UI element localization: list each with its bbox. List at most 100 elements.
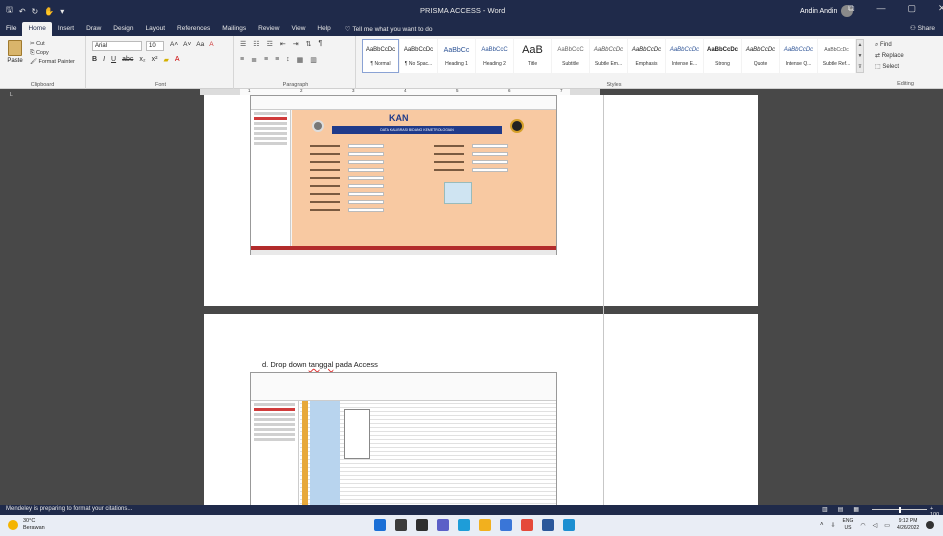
- numbering-button[interactable]: ☷: [253, 40, 259, 48]
- style-emphasis[interactable]: AaBbCcDc Emphasis: [628, 39, 665, 73]
- align-left-button[interactable]: ≡: [240, 56, 244, 64]
- document-page[interactable]: [603, 314, 758, 506]
- align-right-button[interactable]: ≡: [264, 56, 268, 64]
- style-normal[interactable]: AaBbCcDc ¶ Normal: [362, 39, 399, 73]
- tab-design[interactable]: Design: [107, 22, 139, 36]
- chat-icon[interactable]: [437, 519, 449, 531]
- task-view-icon[interactable]: [416, 519, 428, 531]
- style-heading-2[interactable]: AaBbCcC Heading 2: [476, 39, 513, 73]
- tab-references[interactable]: References: [171, 22, 216, 36]
- style-no-spacing[interactable]: AaBbCcDc ¶ No Spac...: [400, 39, 437, 73]
- show-hidden-icons-icon[interactable]: ˄: [820, 522, 824, 528]
- embedded-access-form-image[interactable]: KAN DATA KALIBRASI BIDANG KEMETROLOGIAN: [250, 95, 557, 255]
- style-title[interactable]: AaB Title: [514, 39, 551, 73]
- search-icon[interactable]: [395, 519, 407, 531]
- font-name-select[interactable]: Arial: [92, 41, 142, 51]
- font-color-icon[interactable]: A: [175, 56, 180, 64]
- style-intense-emphasis[interactable]: AaBbCcDc Intense E...: [666, 39, 703, 73]
- paste-button[interactable]: Paste: [4, 40, 26, 74]
- subscript-button[interactable]: x₂: [139, 56, 145, 64]
- shading-button[interactable]: ▦: [297, 56, 304, 64]
- edge-icon[interactable]: [458, 519, 470, 531]
- decrease-indent-button[interactable]: ⇤: [280, 40, 286, 48]
- minimize-button[interactable]: —: [876, 3, 885, 14]
- touch-mode-icon[interactable]: ✋: [44, 7, 54, 16]
- style-subtle-emphasis[interactable]: AaBbCcDc Subtle Em...: [590, 39, 627, 73]
- photos-icon[interactable]: [563, 519, 575, 531]
- document-page[interactable]: [603, 95, 758, 306]
- clear-formatting-button[interactable]: A: [209, 41, 213, 48]
- zoom-slider-handle[interactable]: [899, 507, 901, 513]
- bullets-button[interactable]: ☰: [240, 40, 246, 48]
- tab-home[interactable]: Home: [22, 22, 52, 36]
- volume-icon[interactable]: ◁: [873, 522, 878, 529]
- show-marks-button[interactable]: ¶: [318, 40, 322, 48]
- clock[interactable]: 9:12 PM 4/26/2022: [897, 518, 919, 532]
- language-indicator[interactable]: ENG US: [843, 518, 854, 532]
- tab-view[interactable]: View: [285, 22, 311, 36]
- highlight-color-icon[interactable]: ▰: [163, 56, 168, 64]
- styles-more-button[interactable]: ▲ ▼ ⊽: [856, 39, 864, 73]
- share-button[interactable]: ⚇ Share: [910, 22, 935, 36]
- sort-button[interactable]: ⇅: [306, 40, 312, 48]
- web-layout-icon[interactable]: ▦: [853, 506, 859, 513]
- ribbon-display-icon[interactable]: ⧉: [848, 3, 854, 14]
- borders-button[interactable]: ▥: [310, 56, 317, 64]
- grow-font-button[interactable]: A˄: [170, 41, 178, 48]
- weather-widget[interactable]: 30°C Berawan: [8, 518, 45, 532]
- format-painter-button[interactable]: 🖌 Format Painter: [30, 58, 75, 67]
- embedded-access-datasheet-image[interactable]: [250, 372, 557, 506]
- tab-insert[interactable]: Insert: [52, 22, 80, 36]
- print-layout-icon[interactable]: ▤: [838, 506, 844, 513]
- copy-button[interactable]: ⎘ Copy: [30, 49, 75, 58]
- word-icon[interactable]: [542, 519, 554, 531]
- user-account[interactable]: Andin Andin: [800, 5, 854, 17]
- italic-button[interactable]: I: [103, 56, 105, 64]
- tab-selector[interactable]: L: [10, 92, 13, 98]
- line-spacing-button[interactable]: ↕: [286, 56, 290, 64]
- superscript-button[interactable]: x²: [152, 56, 158, 64]
- notification-icon[interactable]: [926, 521, 935, 529]
- battery-icon[interactable]: ▭: [884, 522, 890, 529]
- cut-button[interactable]: ✂ Cut: [30, 40, 75, 49]
- style-heading-1[interactable]: AaBbCc Heading 1: [438, 39, 475, 73]
- underline-button[interactable]: U: [111, 56, 116, 64]
- style-intense-quote[interactable]: AaBbCcDc Intense Q...: [780, 39, 817, 73]
- bold-button[interactable]: B: [92, 56, 97, 64]
- strikethrough-button[interactable]: abc: [122, 56, 133, 64]
- maximize-button[interactable]: ▢: [907, 3, 916, 14]
- tab-review[interactable]: Review: [252, 22, 285, 36]
- find-button[interactable]: ⌕ Find: [875, 40, 904, 51]
- tell-me-search[interactable]: ♡ Tell me what you want to do: [337, 25, 433, 33]
- close-button[interactable]: ✕: [938, 3, 943, 14]
- windows-start-icon[interactable]: [374, 519, 386, 531]
- undo-icon[interactable]: ↶: [19, 7, 26, 16]
- change-case-button[interactable]: Aa: [196, 41, 204, 48]
- store-icon[interactable]: [500, 519, 512, 531]
- tab-layout[interactable]: Layout: [140, 22, 172, 36]
- read-mode-icon[interactable]: ▥: [822, 506, 828, 513]
- style-subtle-reference[interactable]: AaBbCcDc Subtle Ref...: [818, 39, 855, 73]
- wifi-icon[interactable]: ◠: [860, 522, 865, 529]
- select-button[interactable]: ⬚ Select: [875, 62, 904, 73]
- tab-draw[interactable]: Draw: [80, 22, 107, 36]
- customize-icon[interactable]: ▾: [60, 7, 64, 16]
- justify-button[interactable]: ≡: [275, 56, 279, 64]
- tab-mailings[interactable]: Mailings: [216, 22, 252, 36]
- center-button[interactable]: ≣: [251, 56, 257, 64]
- style-quote[interactable]: AaBbCcDc Quote: [742, 39, 779, 73]
- multilevel-list-button[interactable]: ☲: [267, 40, 273, 48]
- replace-button[interactable]: ⇄ Replace: [875, 51, 904, 62]
- shrink-font-button[interactable]: A˅: [183, 41, 191, 48]
- style-strong[interactable]: AaBbCcDc Strong: [704, 39, 741, 73]
- style-subtitle[interactable]: AaBbCcC Subtitle: [552, 39, 589, 73]
- chrome-icon[interactable]: [521, 519, 533, 531]
- usb-icon[interactable]: ⇩: [831, 522, 836, 529]
- file-explorer-icon[interactable]: [479, 519, 491, 531]
- tab-help[interactable]: Help: [311, 22, 336, 36]
- increase-indent-button[interactable]: ⇥: [293, 40, 299, 48]
- font-size-select[interactable]: 10: [146, 41, 164, 51]
- redo-icon[interactable]: ↻: [32, 7, 39, 16]
- save-icon[interactable]: 🖫: [6, 4, 13, 18]
- tab-file[interactable]: File: [0, 22, 22, 36]
